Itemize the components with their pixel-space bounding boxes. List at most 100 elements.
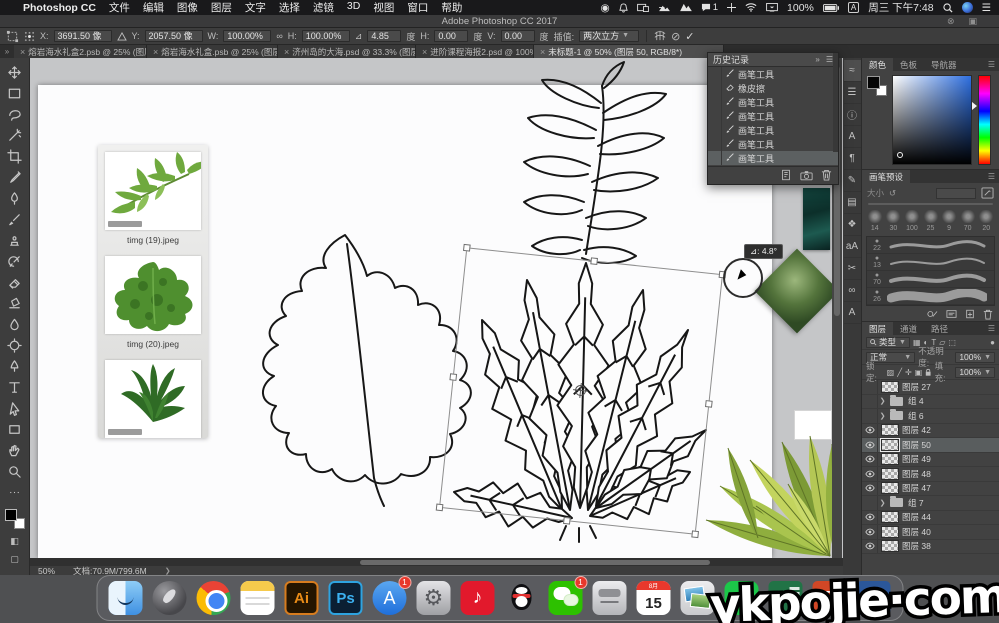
interpolation-select[interactable]: 两次立方▼ [579,30,639,42]
hue-strip[interactable] [978,75,991,165]
document-tab-4[interactable]: ×进阶课程海报2.psd @ 100%(RGB/8)... [416,45,534,58]
visibility-eye-toggle[interactable] [862,438,878,452]
layer-name[interactable]: 图层 47 [902,482,931,494]
delta-icon[interactable] [117,32,127,41]
visibility-eye-toggle[interactable] [862,511,878,525]
visibility-eye-toggle[interactable] [862,540,878,554]
history-state-row[interactable]: 画笔工具 [708,67,838,81]
hue-slider-arrow[interactable] [972,102,977,110]
color-cursor[interactable] [897,152,903,158]
menu-3D[interactable]: 3D [347,0,360,15]
wifi-icon[interactable] [745,3,757,12]
libraries-panel-icon[interactable]: ∞ [844,280,861,302]
horizontal-scrollbar[interactable] [30,558,843,566]
visibility-eye-toggle[interactable] [862,409,878,423]
dock-photoshop[interactable]: Ps [327,580,364,617]
open-preset-manager-icon[interactable] [946,309,957,322]
history-source-checkbox[interactable] [708,81,722,95]
filmstrip-item[interactable]: timg (20).jpeg [98,249,208,353]
history-state-row[interactable]: 画笔工具 [708,151,838,165]
path-selection-tool[interactable] [4,398,26,419]
layer-name[interactable]: 组 6 [908,410,924,422]
layer-thumbnail[interactable] [881,540,899,552]
document-tab-2[interactable]: ×熔岩海水礼盒.psb @ 25% (图层 16, RGB/8... [147,45,278,58]
clone-source-panel-icon[interactable]: ▤ [844,192,861,214]
dock-finder[interactable] [107,580,144,617]
layer-row-图层 49[interactable]: 图层 49 [862,453,999,468]
visibility-eye-toggle[interactable] [862,482,878,496]
color-picker-field[interactable] [892,75,972,165]
rectangle-shape-tool[interactable] [4,419,26,440]
height-input[interactable]: 100.00% [302,30,350,42]
history-source-checkbox[interactable] [708,151,722,165]
menubar-clock[interactable]: 周三 下午7:48 [868,0,933,15]
opacity-value[interactable]: 100%▼ [955,352,995,363]
layer-kind-filter[interactable]: 类型▼ [866,337,910,348]
app-menu-title[interactable]: Photoshop CC [23,2,96,14]
eraser-tool[interactable] [4,272,26,293]
cancel-transform-icon[interactable]: ⊘ [671,30,680,43]
collapse-panel-icon[interactable]: » [815,55,819,64]
history-source-checkbox[interactable] [708,123,722,137]
foreground-color-swatch[interactable] [5,509,17,521]
dock-notes[interactable] [239,580,276,617]
dock-launchpad[interactable] [151,580,188,617]
toggle-brush-panel-icon[interactable] [981,187,994,199]
v-skew-input[interactable]: 0.00 [501,30,535,42]
reference-photo-2[interactable] [105,256,201,334]
brush-preset-thumb[interactable]: 25 [922,210,940,232]
history-state-row[interactable]: 画笔工具 [708,95,838,109]
spot-healing-brush-tool[interactable] [4,188,26,209]
dock-printer[interactable] [591,580,628,617]
dock-calendar[interactable]: 8月15 [635,580,672,617]
brush-stroke-row[interactable]: ●22 [867,237,994,254]
tab-swatches[interactable]: 色板 [893,58,924,71]
layer-name[interactable]: 组 7 [908,497,924,509]
menu-编辑[interactable]: 编辑 [143,0,164,15]
titlebar-close-icon[interactable]: ⊗ [947,16,955,27]
info-panel-icon[interactable]: ⓘ [844,104,861,126]
layer-name[interactable]: 图层 49 [902,453,931,465]
eyedropper-tool[interactable] [4,167,26,188]
commit-transform-icon[interactable]: ✓ [685,30,694,43]
transform-reference-point[interactable] [575,384,587,396]
transform-handle-e[interactable] [705,400,713,408]
layer-row-图层 48[interactable]: 图层 48 [862,467,999,482]
layer-row-图层 42[interactable]: 图层 42 [862,424,999,439]
customize-panel-icon[interactable]: ✂ [844,258,861,280]
character-panel-icon[interactable]: A [844,126,861,148]
document-tab-5[interactable]: ×未标题-1 @ 50% (图层 50, RGB/8*) [534,45,724,58]
styles-panel-icon[interactable]: ❖ [844,214,861,236]
history-state-row[interactable]: 画笔工具 [708,137,838,151]
layer-name[interactable]: 图层 48 [902,468,931,480]
transform-bounding-box[interactable] [439,247,723,535]
layer-thumbnail[interactable] [881,511,899,523]
location-icon[interactable] [727,3,736,12]
menu-视图[interactable]: 视图 [373,0,394,15]
history-state-row[interactable]: 画笔工具 [708,109,838,123]
history-state-row[interactable]: 橡皮擦 [708,81,838,95]
brush-stroke-row[interactable]: ●26 [867,288,994,305]
type-tool[interactable] [4,377,26,398]
tab-layers[interactable]: 图层 [862,322,893,335]
filter-toggle-icon[interactable]: ● [990,338,995,347]
properties-panel-icon[interactable]: ☰ [844,82,861,104]
layer-row-图层 47[interactable]: 图层 47 [862,482,999,497]
brush-preset-thumb[interactable]: 100 [903,210,921,232]
brush-stroke-row[interactable]: ●13 [867,254,994,271]
gradient-tool[interactable] [4,293,26,314]
menu-图层[interactable]: 图层 [211,0,232,15]
layer-thumbnail[interactable] [881,482,899,494]
move-tool[interactable] [4,62,26,83]
brush-tool[interactable] [4,209,26,230]
new-snapshot-camera-icon[interactable] [800,170,813,181]
rectangular-marquee-tool[interactable] [4,83,26,104]
photo-thumbnail-teal[interactable] [803,188,830,250]
panel-menu-icon[interactable]: ☰ [988,170,999,183]
x-input[interactable]: 3691.50 像 [54,30,112,42]
lock-paint-icon[interactable]: ╱ [897,368,902,377]
visibility-eye-toggle[interactable] [862,453,878,467]
new-document-from-state-icon[interactable] [780,169,792,181]
history-state-row[interactable]: 画笔工具 [708,123,838,137]
delete-state-trash-icon[interactable] [821,169,832,181]
